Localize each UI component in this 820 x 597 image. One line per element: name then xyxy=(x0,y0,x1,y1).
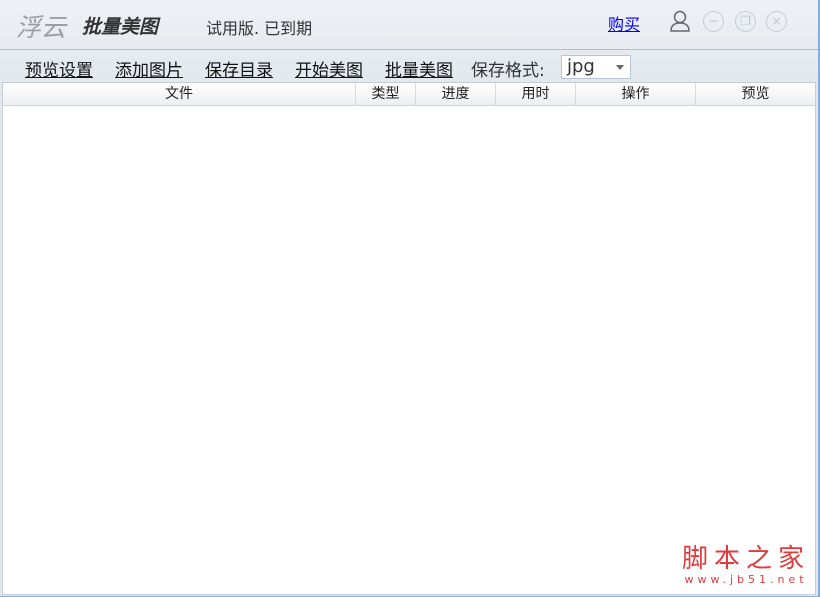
file-table: 文件 类型 进度 用时 操作 预览 xyxy=(2,82,816,595)
column-type[interactable]: 类型 xyxy=(356,83,416,105)
logo-app-name: 批量美图 xyxy=(82,16,159,38)
minimize-icon: − xyxy=(708,14,719,28)
app-window: 浮云 批量美图 试用版. 已到期 购买 − ❐ × 预览设置 添加图片 保存目录… xyxy=(0,0,820,597)
restore-button[interactable]: ❐ xyxy=(735,11,756,32)
column-progress[interactable]: 进度 xyxy=(416,83,496,105)
minimize-button[interactable]: − xyxy=(703,11,724,32)
watermark-url: www.jb51.net xyxy=(684,573,808,586)
buy-link[interactable]: 购买 xyxy=(608,11,640,35)
column-action[interactable]: 操作 xyxy=(576,83,696,105)
save-format-value: jpg xyxy=(567,56,595,77)
logo-main: 浮云 xyxy=(16,13,67,42)
close-button[interactable]: × xyxy=(766,11,787,32)
trial-status: 试用版. 已到期 xyxy=(206,19,313,38)
column-file[interactable]: 文件 xyxy=(3,83,356,105)
column-preview[interactable]: 预览 xyxy=(696,83,815,105)
start-beautify-button[interactable]: 开始美图 xyxy=(295,56,363,81)
save-directory-button[interactable]: 保存目录 xyxy=(205,56,273,81)
chevron-down-icon xyxy=(616,65,624,70)
add-images-button[interactable]: 添加图片 xyxy=(115,56,183,81)
batch-beautify-button[interactable]: 批量美图 xyxy=(385,56,453,81)
close-icon: × xyxy=(771,14,782,28)
toolbar: 预览设置 添加图片 保存目录 开始美图 批量美图 保存格式: xyxy=(0,51,818,82)
watermark: 脚本之家 www.jb51.net xyxy=(682,538,810,586)
preview-settings-button[interactable]: 预览设置 xyxy=(25,56,93,81)
table-header: 文件 类型 进度 用时 操作 预览 xyxy=(3,83,815,106)
user-icon[interactable] xyxy=(670,10,690,32)
save-format-label: 保存格式: xyxy=(471,61,545,81)
watermark-title: 脚本之家 xyxy=(682,544,811,574)
column-time[interactable]: 用时 xyxy=(496,83,576,105)
save-format-select[interactable]: jpg xyxy=(561,55,631,79)
restore-icon: ❐ xyxy=(740,14,751,28)
title-bar: 浮云 批量美图 试用版. 已到期 购买 − ❐ × xyxy=(0,0,818,50)
